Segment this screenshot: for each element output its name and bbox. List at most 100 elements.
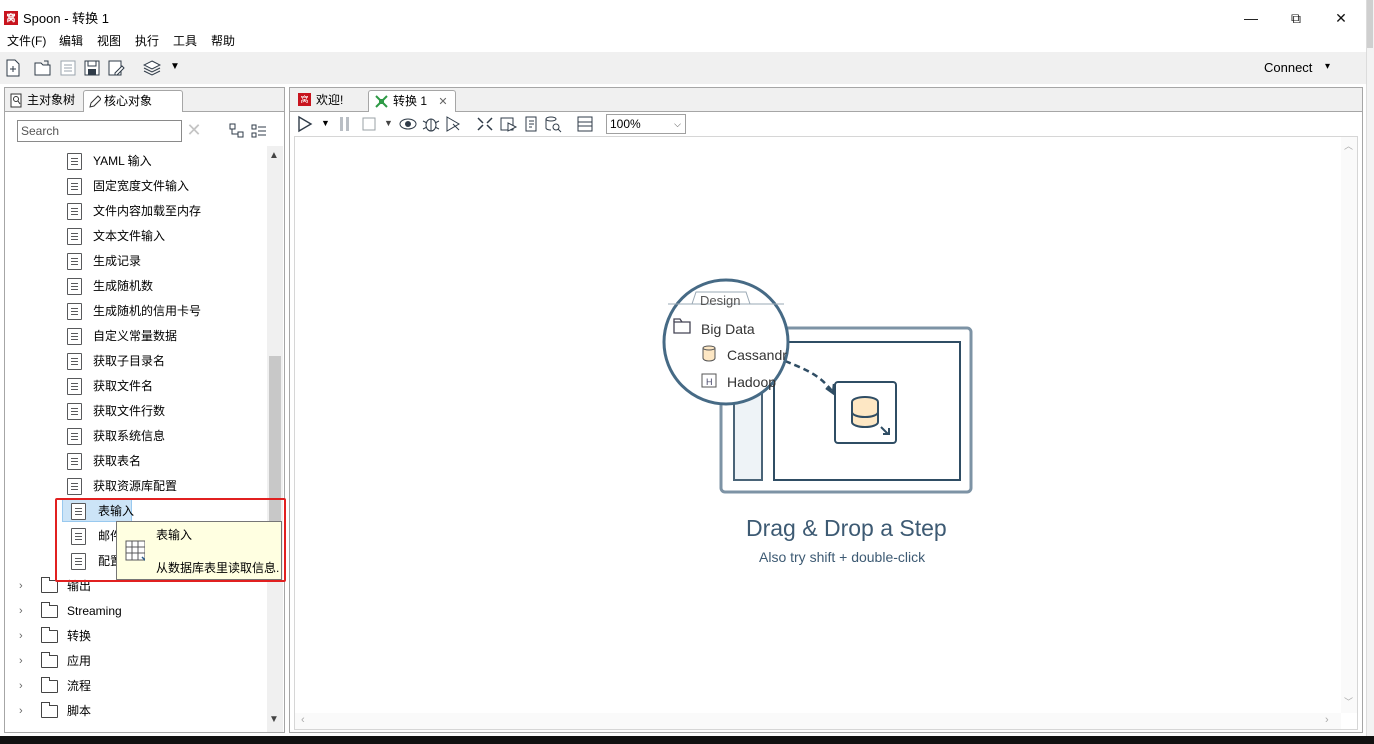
tree-item-generate-random[interactable]: 生成随机数: [67, 274, 153, 298]
tree-item-label: 自定义常量数据: [93, 329, 178, 343]
open-folder-icon[interactable]: [34, 59, 52, 77]
svg-text:H: H: [706, 377, 713, 387]
design-panel-tabs: 主对象树 核心对象: [5, 88, 284, 112]
pause-icon[interactable]: [336, 115, 354, 133]
tree-folder-scripting[interactable]: › 脚本: [19, 699, 91, 723]
tree-item-get-system-info[interactable]: 获取系统信息: [67, 424, 165, 448]
tree-item-get-repository-config[interactable]: 获取资源库配置: [67, 474, 177, 498]
scroll-down-icon[interactable]: ﹀: [1344, 695, 1353, 708]
show-results-icon[interactable]: [576, 115, 594, 133]
tree-folder-streaming[interactable]: › Streaming: [19, 599, 122, 623]
menu-help[interactable]: 帮助: [211, 33, 235, 49]
connect-button[interactable]: Connect: [1264, 60, 1312, 76]
scroll-up-icon[interactable]: ▲: [269, 150, 279, 161]
expand-arrow-icon[interactable]: ›: [19, 599, 29, 623]
expand-arrow-icon[interactable]: ›: [19, 649, 29, 673]
tree-folder-flow[interactable]: › 流程: [19, 674, 91, 698]
canvas-horizontal-scrollbar[interactable]: ‹ ›: [295, 713, 1341, 729]
window-scrollbar[interactable]: [1366, 0, 1374, 744]
tree-item-label: 获取文件名: [93, 379, 154, 393]
tree-item-yaml-input[interactable]: YAML 输入: [67, 149, 152, 173]
replay-icon[interactable]: [444, 115, 462, 133]
menu-run[interactable]: 执行: [135, 33, 159, 49]
restore-button[interactable]: ⧉: [1273, 6, 1319, 30]
layers-dropdown-caret-icon[interactable]: ▼: [170, 61, 180, 72]
debug-icon[interactable]: [422, 115, 440, 133]
connect-caret-icon[interactable]: ▾: [1325, 61, 1330, 72]
tree-folder-label: 应用: [67, 654, 92, 668]
tree-item-fixed-width-input[interactable]: 固定宽度文件输入: [67, 174, 189, 198]
tree-folder-utility[interactable]: › 应用: [19, 649, 91, 673]
load-file-content-icon: [67, 203, 82, 220]
canvas-vertical-scrollbar[interactable]: ︿ ﹀: [1341, 137, 1357, 713]
expand-arrow-icon[interactable]: ›: [19, 574, 29, 598]
menu-view[interactable]: 视图: [97, 33, 121, 49]
tree-item-label: 生成随机的信用卡号: [93, 304, 202, 318]
expand-all-icon[interactable]: [229, 123, 245, 139]
scroll-up-icon[interactable]: ︿: [1344, 139, 1353, 152]
drag-drop-subtitle: Also try shift + double-click: [759, 549, 926, 565]
scroll-left-icon[interactable]: ‹: [301, 714, 305, 726]
run-icon[interactable]: [296, 115, 314, 133]
illustration-item-hadoop: Hadoop: [727, 374, 776, 390]
scroll-right-icon[interactable]: ›: [1325, 714, 1329, 726]
clear-search-icon[interactable]: ✕: [185, 119, 203, 141]
tree-item-data-grid[interactable]: 自定义常量数据: [67, 324, 177, 348]
tree-item-text-file-input[interactable]: 文本文件输入: [67, 224, 165, 248]
close-button[interactable]: ✕: [1318, 6, 1364, 30]
explore-repository-icon[interactable]: [59, 59, 77, 77]
tab-design[interactable]: 核心对象: [83, 90, 183, 112]
impact-icon[interactable]: [500, 115, 518, 133]
tab-transformation[interactable]: 转换 1 ✕: [368, 90, 456, 112]
canvas-toolbar: ▼ ▼ 100% ⌵: [290, 112, 1362, 136]
tree-item-random-credit-card[interactable]: 生成随机的信用卡号: [67, 299, 201, 323]
expand-arrow-icon[interactable]: ›: [19, 699, 29, 723]
verify-icon[interactable]: [476, 115, 494, 133]
run-options-icon[interactable]: ▼: [321, 118, 330, 128]
stop-options-icon[interactable]: ▼: [384, 118, 393, 128]
tab-view[interactable]: 主对象树: [7, 90, 83, 112]
tab-welcome[interactable]: 窝 欢迎!: [292, 90, 366, 112]
sql-icon[interactable]: [522, 115, 540, 133]
expand-arrow-icon[interactable]: ›: [19, 624, 29, 648]
tree-item-get-file-names[interactable]: 获取文件名: [67, 374, 153, 398]
layers-icon[interactable]: [143, 59, 161, 77]
menu-file[interactable]: 文件(F): [7, 33, 46, 49]
step-search-input[interactable]: Search: [17, 120, 182, 142]
tree-item-label: YAML 输入: [93, 154, 152, 168]
tree-item-label: 生成随机数: [93, 279, 154, 293]
get-file-names-icon: [67, 378, 82, 395]
zoom-select[interactable]: 100% ⌵: [606, 114, 686, 134]
scroll-down-icon[interactable]: ▼: [269, 714, 279, 725]
minimize-button[interactable]: —: [1228, 6, 1274, 30]
tab-welcome-label: 欢迎!: [316, 93, 344, 107]
close-tab-icon[interactable]: ✕: [438, 96, 447, 108]
expand-arrow-icon[interactable]: ›: [19, 674, 29, 698]
drag-drop-title: Drag & Drop a Step: [746, 515, 947, 541]
menu-tools[interactable]: 工具: [173, 33, 197, 49]
new-file-icon[interactable]: [4, 59, 22, 77]
menu-bar: 文件(F) 编辑 视图 执行 工具 帮助: [0, 32, 1366, 50]
tree-item-load-file-content[interactable]: 文件内容加载至内存: [67, 199, 201, 223]
collapse-all-icon[interactable]: [251, 123, 267, 139]
tree-item-label: 表输入: [98, 504, 135, 518]
preview-icon[interactable]: [398, 115, 418, 133]
tree-folder-transform[interactable]: › 转换: [19, 624, 91, 648]
tree-item-label: 获取文件行数: [93, 404, 166, 418]
menu-edit[interactable]: 编辑: [59, 33, 83, 49]
design-panel: 主对象树 核心对象 Search ✕ YAML 输入 固定宽度文件输入 文件内容…: [4, 87, 285, 733]
spoon-logo-icon: 窝: [4, 11, 18, 25]
save-icon[interactable]: [83, 59, 101, 77]
tree-item-generate-rows[interactable]: 生成记录: [67, 249, 141, 273]
window-title: Spoon - 转换 1: [23, 11, 109, 26]
tree-item-table-input[interactable]: 表输入: [67, 499, 134, 523]
stop-icon[interactable]: [360, 115, 378, 133]
tree-item-get-table-names[interactable]: 获取表名: [67, 449, 141, 473]
tree-item-get-subfolders[interactable]: 获取子目录名: [67, 349, 165, 373]
get-subfolder-names-icon: [67, 353, 82, 370]
get-repository-config-icon: [67, 478, 82, 495]
window-scrollbar-thumb[interactable]: [1367, 0, 1373, 48]
explore-db-icon[interactable]: [544, 115, 562, 133]
save-as-icon[interactable]: [107, 59, 125, 77]
tree-item-get-file-row-count[interactable]: 获取文件行数: [67, 399, 165, 423]
